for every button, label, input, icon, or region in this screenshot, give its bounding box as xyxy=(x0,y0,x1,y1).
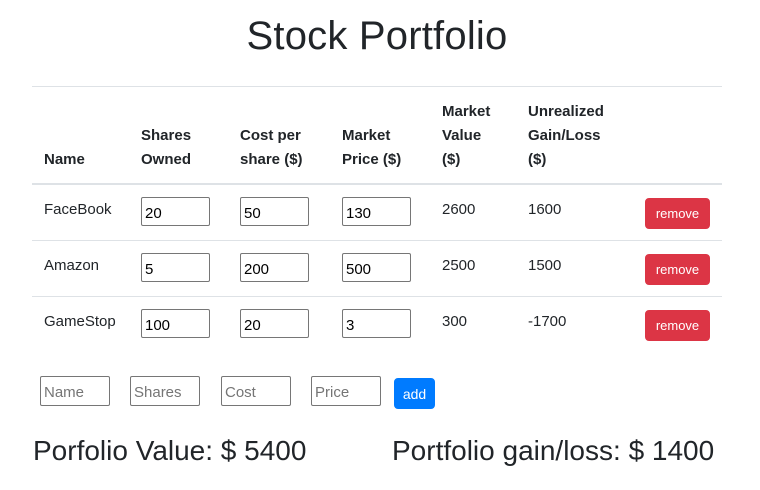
remove-button[interactable]: remove xyxy=(645,254,710,285)
page-title: Stock Portfolio xyxy=(246,14,508,58)
header-cost-line-2: share ($) xyxy=(240,151,303,168)
header-value-line-3: ($) xyxy=(442,151,461,168)
header-value-line-2: Value xyxy=(442,127,482,144)
stock-name: FaceBook xyxy=(44,201,112,218)
header-gain-line-1: Unrealized xyxy=(528,103,604,120)
new-price-input[interactable] xyxy=(311,376,381,406)
header-price-line-1: Market xyxy=(342,127,391,144)
new-cost-input[interactable] xyxy=(221,376,291,406)
price-input[interactable] xyxy=(342,253,411,282)
header-shares: Shares Owned xyxy=(141,100,191,172)
header-price-line-2: Price ($) xyxy=(342,151,402,168)
shares-input[interactable] xyxy=(141,253,210,282)
header-shares-line-1: Shares xyxy=(141,127,192,144)
new-shares-input[interactable] xyxy=(130,376,200,406)
header-cost: Cost per share ($) xyxy=(240,100,303,172)
header-value-line-1: Market xyxy=(442,103,491,120)
header-name-line-1: Name xyxy=(44,151,85,168)
gain-loss-value: 1500 xyxy=(528,257,562,274)
header-market-value: Market Value ($) xyxy=(442,100,490,172)
market-value: 2500 xyxy=(442,257,476,274)
price-input[interactable] xyxy=(342,309,411,338)
add-button[interactable]: add xyxy=(394,378,435,409)
cost-input[interactable] xyxy=(240,253,309,282)
row-divider xyxy=(32,296,722,297)
cost-input[interactable] xyxy=(240,309,309,338)
header-name: Name xyxy=(44,100,85,172)
cost-input[interactable] xyxy=(240,197,309,226)
gain-loss-value: 1600 xyxy=(528,201,562,218)
header-gain-line-3: ($) xyxy=(528,151,547,168)
table-top-border xyxy=(32,86,722,87)
stock-name: Amazon xyxy=(44,257,100,274)
header-gain-line-2: Gain/Loss xyxy=(528,127,601,144)
row-divider xyxy=(32,240,722,241)
gain-loss-value: -1700 xyxy=(528,313,567,330)
remove-button[interactable]: remove xyxy=(645,310,710,341)
new-name-input[interactable] xyxy=(40,376,110,406)
stock-name: GameStop xyxy=(44,313,116,330)
remove-button[interactable]: remove xyxy=(645,198,710,229)
header-shares-line-2: Owned xyxy=(141,151,192,168)
header-cost-line-1: Cost per xyxy=(240,127,301,144)
portfolio-gain-loss: Portfolio gain/loss: $ 1400 xyxy=(392,435,715,466)
shares-input[interactable] xyxy=(141,197,210,226)
shares-input[interactable] xyxy=(141,309,210,338)
header-gain-loss: Unrealized Gain/Loss ($) xyxy=(528,100,604,172)
table-header-border xyxy=(32,183,722,185)
price-input[interactable] xyxy=(342,197,411,226)
market-value: 300 xyxy=(442,313,468,330)
market-value: 2600 xyxy=(442,201,476,218)
portfolio-value: Porfolio Value: $ 5400 xyxy=(33,435,307,466)
header-price: Market Price ($) xyxy=(342,100,401,172)
